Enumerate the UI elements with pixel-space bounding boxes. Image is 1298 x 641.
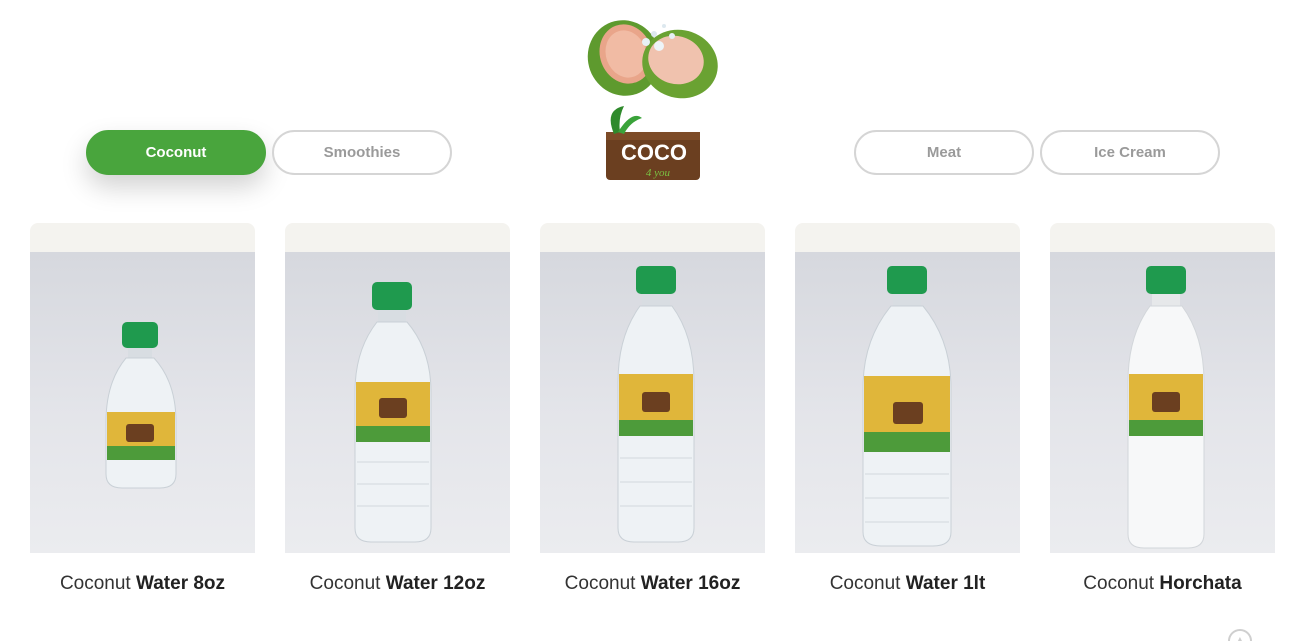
product-image[interactable] <box>30 252 255 553</box>
card-header-band <box>30 223 255 252</box>
product-image[interactable] <box>1050 252 1275 553</box>
product-prefix: Coconut <box>59 573 131 594</box>
product-title[interactable]: Coconut Water 8oz <box>30 573 255 595</box>
card-header-band <box>795 223 1020 252</box>
product-name: Horchata <box>1159 573 1242 594</box>
brand-logo[interactable]: COCO 4 you <box>584 14 724 184</box>
bottle-1lt-icon <box>862 266 952 547</box>
product-name: Water 8oz <box>136 573 226 594</box>
product-card[interactable]: Coconut Water 1lt <box>795 223 1020 595</box>
tab-ice-cream[interactable]: Ice Cream <box>1040 130 1220 175</box>
bottle-8oz-icon <box>105 322 177 489</box>
bottle-horchata-icon <box>1127 266 1205 549</box>
card-header-band <box>285 223 510 252</box>
product-prefix: Coconut <box>829 573 901 594</box>
product-prefix: Coconut <box>309 573 381 594</box>
bottle-12oz-icon <box>354 282 432 543</box>
product-title[interactable]: Coconut Horchata <box>1050 573 1275 595</box>
product-card[interactable]: Coconut Horchata <box>1050 223 1275 595</box>
product-image[interactable] <box>285 252 510 553</box>
product-card[interactable]: Coconut Water 16oz <box>540 223 765 595</box>
tab-coconut[interactable]: Coconut <box>86 130 266 175</box>
product-title[interactable]: Coconut Water 16oz <box>540 573 765 595</box>
product-name: Water 12oz <box>385 573 486 594</box>
card-header-band <box>540 223 765 252</box>
product-title[interactable]: Coconut Water 1lt <box>795 573 1020 595</box>
product-image[interactable] <box>795 252 1020 553</box>
product-title[interactable]: Coconut Water 12oz <box>285 573 510 595</box>
svg-text:COCO: COCO <box>621 140 687 165</box>
product-card[interactable]: Coconut Water 12oz <box>285 223 510 595</box>
tab-smoothies[interactable]: Smoothies <box>272 130 452 175</box>
card-header-band <box>1050 223 1275 252</box>
product-prefix: Coconut <box>1083 573 1155 594</box>
product-card[interactable]: Coconut Water 8oz <box>30 223 255 595</box>
coconut-logo-icon: COCO 4 you <box>587 20 718 180</box>
product-image[interactable] <box>540 252 765 553</box>
tab-meat[interactable]: Meat <box>854 130 1034 175</box>
product-name: Water 1lt <box>905 573 986 594</box>
product-name: Water 16oz <box>640 573 741 594</box>
product-prefix: Coconut <box>564 573 636 594</box>
svg-text:4 you: 4 you <box>646 167 671 179</box>
bottle-16oz-icon <box>617 266 695 543</box>
scroll-to-top-icon[interactable]: ▲ <box>1228 629 1252 641</box>
